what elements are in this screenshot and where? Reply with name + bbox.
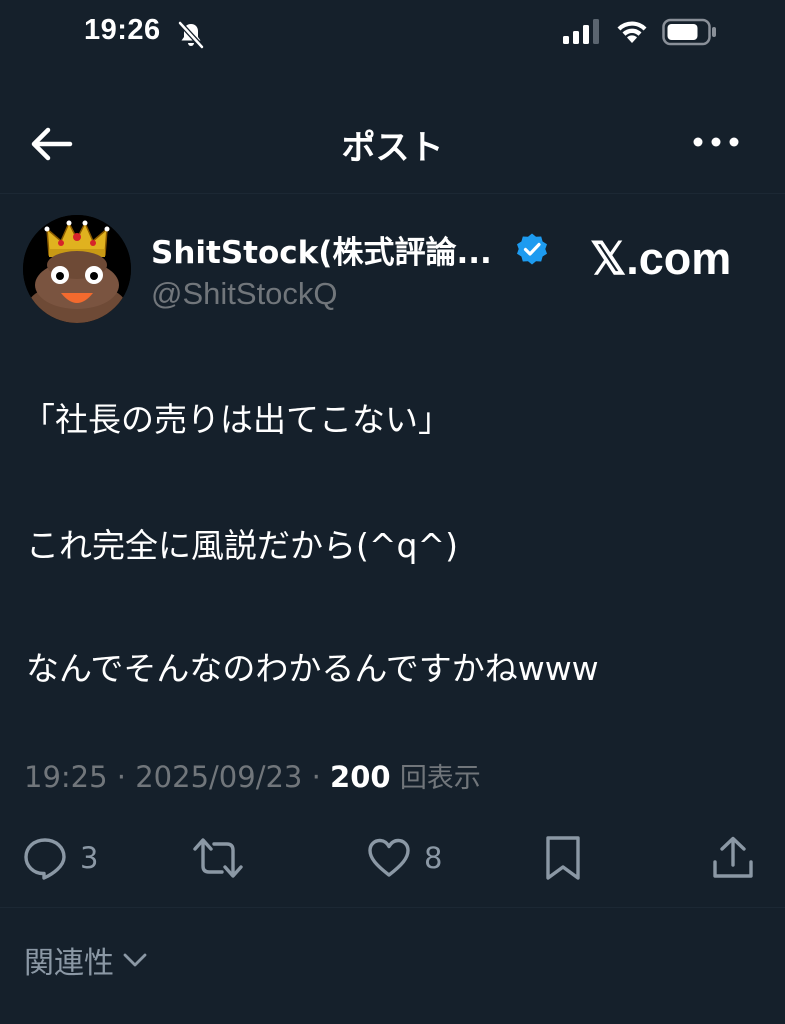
share-button[interactable] — [710, 833, 756, 883]
tweet-meta: 19:25 · 2025/09/23 · 200 回表示 — [24, 756, 481, 795]
meta-separator: · — [116, 760, 127, 794]
more-horizontal-icon[interactable] — [690, 130, 742, 154]
reply-button[interactable]: 3 — [22, 833, 98, 883]
repost-icon — [193, 838, 243, 878]
signal-icon — [563, 19, 599, 44]
action-divider — [0, 907, 785, 908]
like-count: 8 — [424, 841, 443, 875]
verified-badge-icon[interactable] — [515, 232, 549, 266]
crowned-poop-avatar-icon — [23, 215, 131, 323]
reply-count: 3 — [80, 841, 99, 875]
meta-separator: · — [311, 760, 321, 794]
tweet-time: 19:25 — [24, 760, 108, 794]
avatar[interactable] — [23, 215, 131, 323]
author-handle[interactable]: @ShitStockQ — [151, 276, 338, 312]
relevance-label: 関連性 — [24, 946, 114, 981]
page-title: ポスト — [341, 128, 444, 168]
sort-relevance-dropdown[interactable]: 関連性 — [24, 938, 150, 982]
reply-icon — [24, 838, 66, 880]
views-label: 回表示 — [399, 763, 481, 794]
tweet-text-line: これ完全に風説だから(^q^) — [26, 526, 458, 565]
x-com-watermark: 𝕏.com — [590, 233, 732, 284]
header-divider — [0, 193, 785, 194]
bookmark-icon — [546, 836, 580, 880]
tweet-date: 2025/09/23 — [135, 760, 303, 794]
tweet-text-line: 「社長の売りは出てこない」 — [22, 400, 451, 439]
chevron-down-icon — [123, 953, 147, 967]
share-icon — [713, 836, 753, 878]
bell-off-icon — [178, 21, 204, 49]
repost-button[interactable] — [190, 833, 258, 883]
author-name[interactable]: ShitStock(株式評論... — [151, 227, 492, 272]
like-icon — [368, 838, 410, 877]
bookmark-button[interactable] — [540, 833, 586, 883]
like-button[interactable]: 8 — [366, 833, 442, 883]
views-count[interactable]: 200 — [330, 760, 391, 794]
battery-icon — [662, 18, 716, 46]
wifi-icon — [617, 21, 647, 43]
status-time: 19:26 — [84, 14, 161, 46]
tweet-text-line: なんでそんなのわかるんですかねwww — [26, 649, 599, 688]
